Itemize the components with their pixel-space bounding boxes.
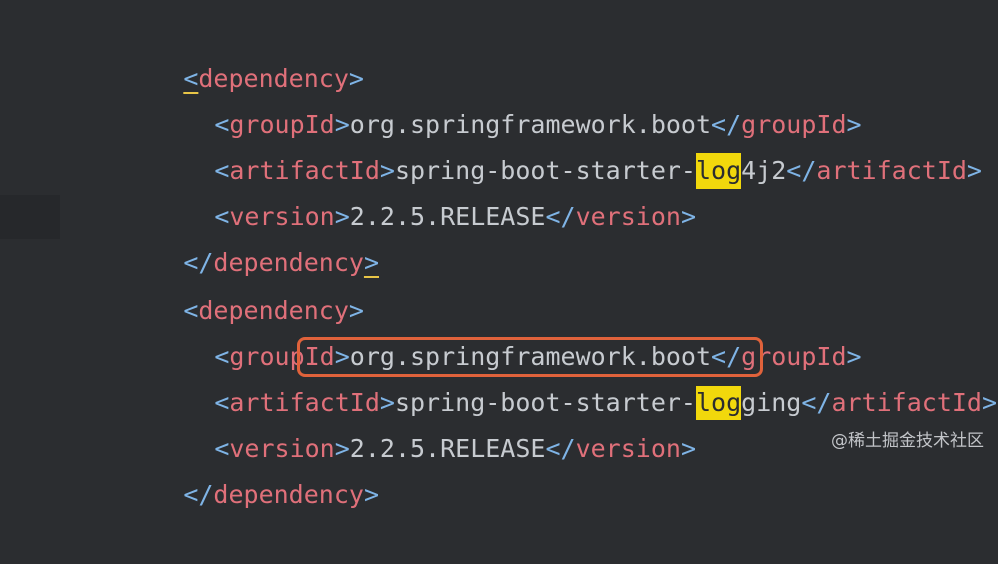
end-close-bracket: > <box>680 202 696 231</box>
code-area[interactable]: <dependency> <groupId>org.springframewor… <box>60 0 998 509</box>
code-line-groupid[interactable]: <groupId>org.springframework.boot</group… <box>124 56 861 139</box>
code-line-dependency-open[interactable]: <dependency> <box>93 10 364 93</box>
end-open-bracket: </ <box>545 202 576 231</box>
close-bracket: > <box>363 480 379 509</box>
end-close-bracket: > <box>966 156 982 185</box>
end-tag-name: artifactId <box>816 156 967 185</box>
watermark: @稀土掘金技术社区 <box>831 431 984 451</box>
tag-value: 2.2.5.RELEASE <box>349 202 546 231</box>
tag-value: 2.2.5.RELEASE <box>349 434 546 463</box>
end-open-bracket: </ <box>801 388 832 417</box>
code-line-artifactid[interactable]: <artifactId>spring-boot-starter-log4j2</… <box>124 102 982 189</box>
tag-name: dependency <box>213 480 364 509</box>
annotation-box <box>297 337 763 377</box>
end-tag-name: version <box>575 434 681 463</box>
tag-value-suffix: 4j2 <box>741 156 787 185</box>
code-line-dependency-open[interactable]: <dependency> <box>93 242 364 325</box>
code-editor[interactable]: <dependency> <groupId>org.springframewor… <box>0 0 998 509</box>
tag-value-suffix: ging <box>741 388 802 417</box>
code-line-groupid[interactable]: <groupId>org.springframework.boot</group… <box>124 288 861 371</box>
close-bracket: > <box>363 248 379 277</box>
search-highlight: log <box>695 153 742 189</box>
open-bracket: </ <box>183 480 214 509</box>
code-line-dependency-close[interactable]: </dependency> <box>93 194 379 277</box>
end-open-bracket: </ <box>786 156 817 185</box>
code-line-version[interactable]: <version>2.2.5.RELEASE</version> <box>124 148 696 231</box>
code-line-version[interactable]: <version>2.2.5.RELEASE</version> <box>124 380 696 463</box>
end-close-bracket: > <box>981 388 998 417</box>
end-open-bracket: </ <box>545 434 576 463</box>
end-close-bracket: > <box>680 434 696 463</box>
end-tag-name: version <box>575 202 681 231</box>
end-tag-name: artifactId <box>831 388 982 417</box>
search-highlight: log <box>695 386 742 420</box>
code-line-dependency-close[interactable]: </dependency> <box>93 426 379 509</box>
